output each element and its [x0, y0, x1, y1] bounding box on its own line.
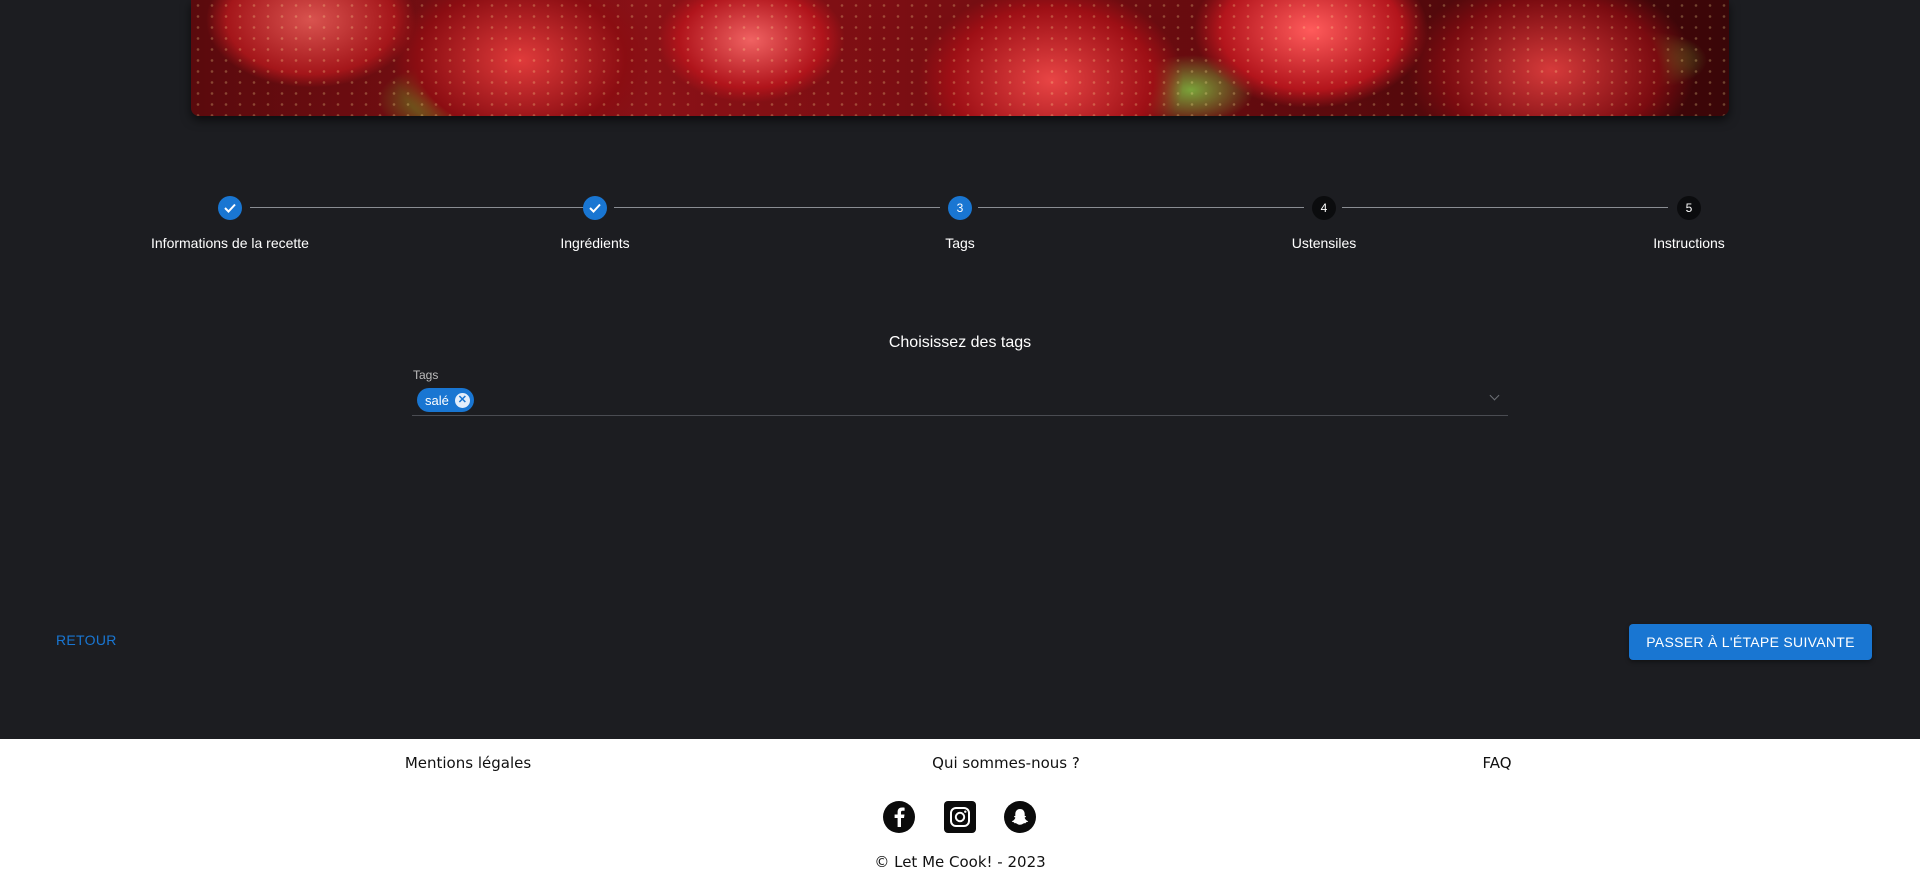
copyright-text: © Let Me Cook! - 2023: [874, 853, 1046, 871]
step-label: Tags: [945, 235, 975, 251]
footer-link-faq[interactable]: FAQ: [1482, 754, 1511, 772]
step-label: Ingrédients: [560, 235, 630, 251]
step-label: Informations de la recette: [151, 235, 309, 251]
step-number: 4: [1312, 196, 1336, 220]
back-button[interactable]: RETOUR: [56, 632, 117, 648]
step-ustensiles: 4 Ustensiles: [1204, 196, 1444, 251]
step-instructions: 5 Instructions: [1569, 196, 1809, 251]
step-label: Ustensiles: [1291, 235, 1357, 251]
footer-link-mentions-legales[interactable]: Mentions légales: [405, 754, 531, 772]
instagram-icon[interactable]: [944, 801, 976, 833]
step-tags: 3 Tags: [840, 196, 1080, 251]
chevron-down-icon[interactable]: [1489, 390, 1500, 401]
tags-autocomplete[interactable]: Tags salé ✕: [412, 366, 1508, 416]
step-label: Instructions: [1653, 235, 1725, 251]
recipe-hero-image: [191, 0, 1729, 116]
tag-chip-label: salé: [425, 392, 449, 408]
section-title: Choisissez des tags: [888, 334, 1032, 351]
step-informations: Informations de la recette: [110, 196, 350, 251]
next-step-button[interactable]: PASSER À L'ÉTAPE SUIVANTE: [1629, 624, 1872, 660]
remove-tag-icon[interactable]: ✕: [454, 392, 470, 408]
step-ingredients: Ingrédients: [475, 196, 715, 251]
snapchat-icon[interactable]: [1004, 801, 1036, 833]
check-icon: [583, 196, 607, 220]
step-number: 3: [948, 196, 972, 220]
footer-link-qui-sommes-nous[interactable]: Qui sommes-nous ?: [932, 754, 1080, 772]
recipe-stepper: Informations de la recette Ingrédients 3…: [0, 196, 1920, 256]
tag-chip[interactable]: salé ✕: [417, 388, 474, 412]
tags-field-label: Tags: [413, 368, 439, 382]
footer: Mentions légales Qui sommes-nous ? FAQ ©…: [0, 739, 1920, 872]
check-icon: [218, 196, 242, 220]
step-number: 5: [1677, 196, 1701, 220]
facebook-icon[interactable]: [883, 801, 915, 833]
